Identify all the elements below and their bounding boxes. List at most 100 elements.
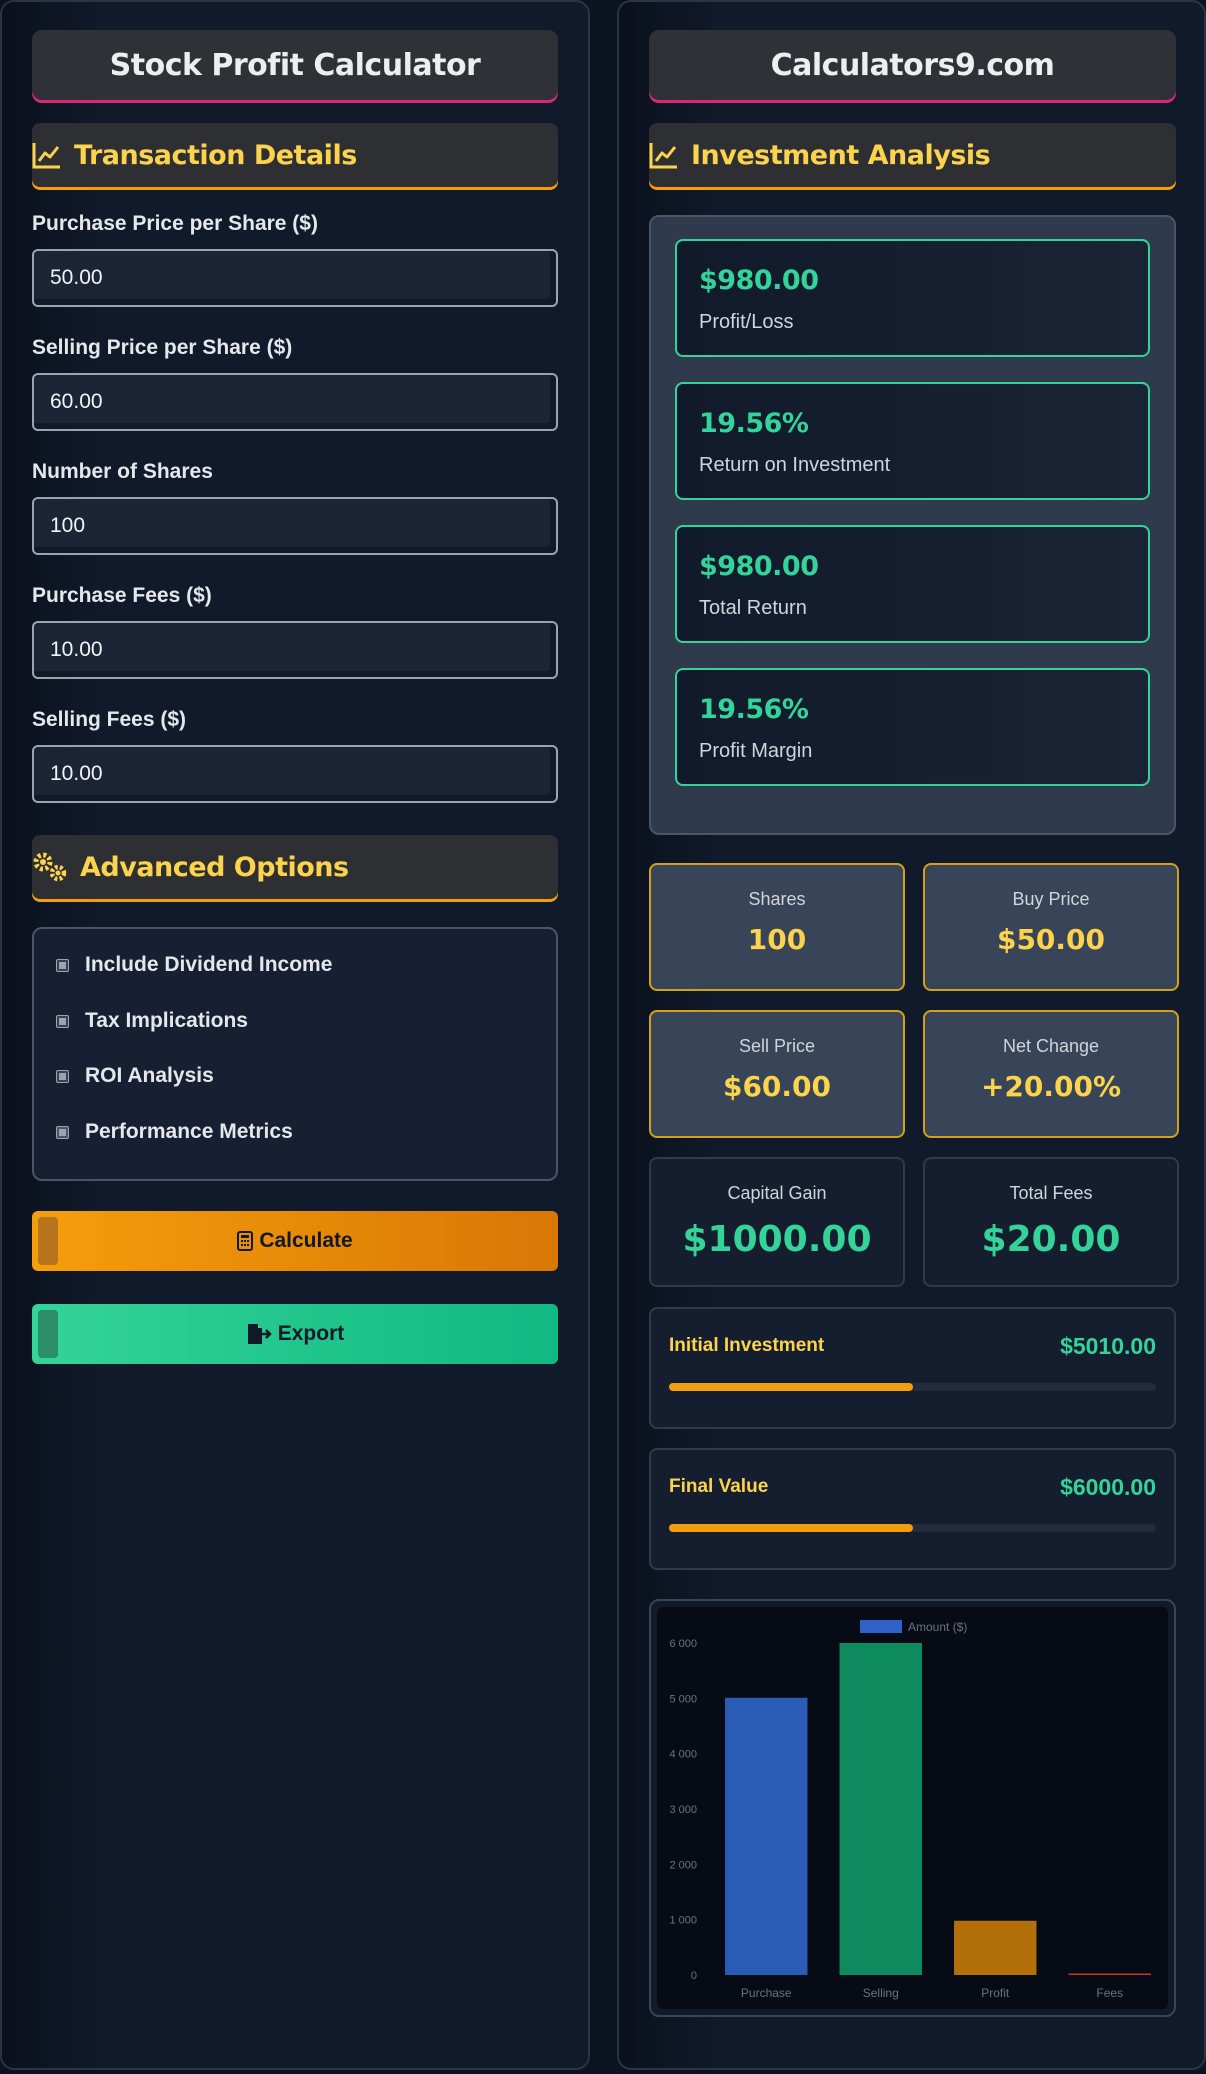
total-return-card: $980.00 Total Return	[675, 525, 1150, 643]
investment-analysis-header: Investment Analysis	[649, 123, 1176, 187]
y-tick-label: 0	[691, 1970, 697, 1982]
advanced-options-title: Advanced Options	[80, 851, 349, 883]
calculate-label: Calculate	[259, 1229, 353, 1252]
site-title: Calculators9.com	[770, 47, 1055, 83]
stat-value: $20.00	[981, 1219, 1121, 1260]
option-roi-analysis[interactable]: ROI Analysis	[56, 1064, 214, 1088]
sell-price-stat: Sell Price $60.00	[649, 1010, 905, 1138]
number-of-shares-label: Number of Shares	[32, 460, 213, 483]
results-panel: Calculators9.com Investment Analysis $98…	[617, 0, 1206, 2070]
bar-profit	[954, 1920, 1037, 1975]
results-summary: $980.00 Profit/Loss 19.56% Return on Inv…	[649, 215, 1176, 835]
progress-fill	[669, 1383, 913, 1391]
roi-caption: Return on Investment	[699, 454, 891, 476]
option-label: Include Dividend Income	[85, 953, 333, 976]
export-button[interactable]: Export	[32, 1304, 558, 1364]
transaction-details-header: Transaction Details	[32, 123, 558, 187]
initial-investment-progress	[669, 1383, 1156, 1391]
x-tick-label: Profit	[981, 1986, 1010, 2000]
option-label: Performance Metrics	[85, 1120, 293, 1143]
option-tax-implications[interactable]: Tax Implications	[56, 1009, 248, 1033]
option-label: ROI Analysis	[85, 1064, 214, 1087]
stat-caption: Shares	[748, 889, 806, 909]
button-grip	[38, 1310, 58, 1358]
tax-checkbox[interactable]	[56, 1014, 69, 1028]
calculator-icon	[237, 1231, 254, 1251]
initial-investment-value: $5010.00	[1060, 1333, 1156, 1359]
calculator-title: Stock Profit Calculator	[109, 47, 481, 83]
option-performance-metrics[interactable]: Performance Metrics	[56, 1120, 293, 1144]
total-return-caption: Total Return	[699, 597, 807, 619]
final-value-label: Final Value	[669, 1476, 769, 1497]
y-tick-label: 6 000	[669, 1638, 697, 1650]
stat-value: $50.00	[996, 923, 1106, 956]
amount-chart-background: 0 1 000 2 000 3 000 4 000 5 000 6 000 Purchase S…	[657, 1607, 1168, 2009]
calculator-panel: Stock Profit Calculator Transaction Deta…	[0, 0, 590, 2070]
stat-value: +20.00%	[980, 1070, 1122, 1103]
chart-line-icon	[32, 139, 64, 171]
roi-checkbox[interactable]	[56, 1069, 69, 1083]
x-tick-label: Fees	[1096, 1986, 1123, 2000]
y-tick-label: 1 000	[669, 1915, 697, 1927]
gears-icon	[32, 851, 70, 883]
buy-price-stat: Buy Price $50.00	[923, 863, 1179, 991]
stat-caption: Total Fees	[1009, 1183, 1093, 1203]
bar-selling	[839, 1643, 922, 1975]
stat-value: $60.00	[722, 1070, 832, 1103]
purchase-fees-input[interactable]	[32, 621, 558, 679]
option-include-dividend[interactable]: Include Dividend Income	[56, 953, 332, 977]
total-fees-stat: Total Fees $20.00	[923, 1157, 1179, 1287]
stat-value: 100	[747, 923, 807, 956]
profit-loss-caption: Profit/Loss	[699, 311, 794, 333]
profit-margin-value: 19.56%	[699, 694, 809, 725]
transaction-details-title: Transaction Details	[74, 139, 357, 171]
bar-purchase	[725, 1697, 808, 1975]
final-value-value: $6000.00	[1060, 1474, 1156, 1500]
selling-fees-label: Selling Fees ($)	[32, 708, 187, 731]
stat-caption: Buy Price	[1012, 889, 1090, 909]
roi-card: 19.56% Return on Investment	[675, 382, 1150, 500]
purchase-fees-label: Purchase Fees ($)	[32, 584, 212, 607]
stat-caption: Net Change	[1002, 1036, 1100, 1056]
stat-caption: Capital Gain	[727, 1183, 827, 1203]
y-tick-label: 2 000	[669, 1859, 697, 1871]
amount-bar-chart: 0 1 000 2 000 3 000 4 000 5 000 6 000 Purchase S…	[669, 1620, 1151, 2000]
y-tick-label: 4 000	[669, 1749, 697, 1761]
performance-checkbox[interactable]	[56, 1125, 69, 1139]
selling-price-input[interactable]	[32, 373, 558, 431]
calculate-button[interactable]: Calculate	[32, 1211, 558, 1271]
capital-gain-stat: Capital Gain $1000.00	[649, 1157, 905, 1287]
dividend-checkbox[interactable]	[56, 958, 69, 972]
progress-fill	[669, 1524, 913, 1532]
initial-investment-label: Initial Investment	[669, 1335, 825, 1356]
selling-fees-input[interactable]	[32, 745, 558, 803]
advanced-options-list: Include Dividend Income Tax Implications…	[32, 927, 558, 1181]
net-change-stat: Net Change +20.00%	[923, 1010, 1179, 1138]
shares-stat: Shares 100	[649, 863, 905, 991]
x-tick-label: Purchase	[741, 1986, 792, 2000]
purchase-price-input[interactable]	[32, 249, 558, 307]
amount-chart-container: 0 1 000 2 000 3 000 4 000 5 000 6 000 Purchase S…	[649, 1599, 1176, 2017]
file-export-icon	[246, 1323, 272, 1345]
profit-margin-caption: Profit Margin	[699, 740, 813, 762]
legend-label: Amount ($)	[908, 1620, 967, 1634]
total-return-value: $980.00	[699, 551, 819, 582]
final-value-card: Final Value $6000.00	[649, 1448, 1176, 1570]
stat-value: $1000.00	[682, 1219, 872, 1260]
site-title-bar: Calculators9.com	[649, 30, 1176, 100]
y-tick-label: 5 000	[669, 1693, 697, 1705]
y-tick-label: 3 000	[669, 1804, 697, 1816]
selling-price-label: Selling Price per Share ($)	[32, 336, 293, 359]
stat-caption: Sell Price	[738, 1036, 816, 1056]
legend-swatch	[860, 1620, 902, 1633]
number-of-shares-input[interactable]	[32, 497, 558, 555]
bar-fees	[1068, 1973, 1151, 1975]
roi-value: 19.56%	[699, 408, 809, 439]
investment-analysis-title: Investment Analysis	[691, 139, 991, 171]
profit-margin-card: 19.56% Profit Margin	[675, 668, 1150, 786]
chart-line-icon	[649, 139, 681, 171]
advanced-options-header: Advanced Options	[32, 835, 558, 899]
x-tick-label: Selling	[863, 1986, 899, 2000]
initial-investment-card: Initial Investment $5010.00	[649, 1307, 1176, 1429]
profit-loss-value: $980.00	[699, 265, 819, 296]
